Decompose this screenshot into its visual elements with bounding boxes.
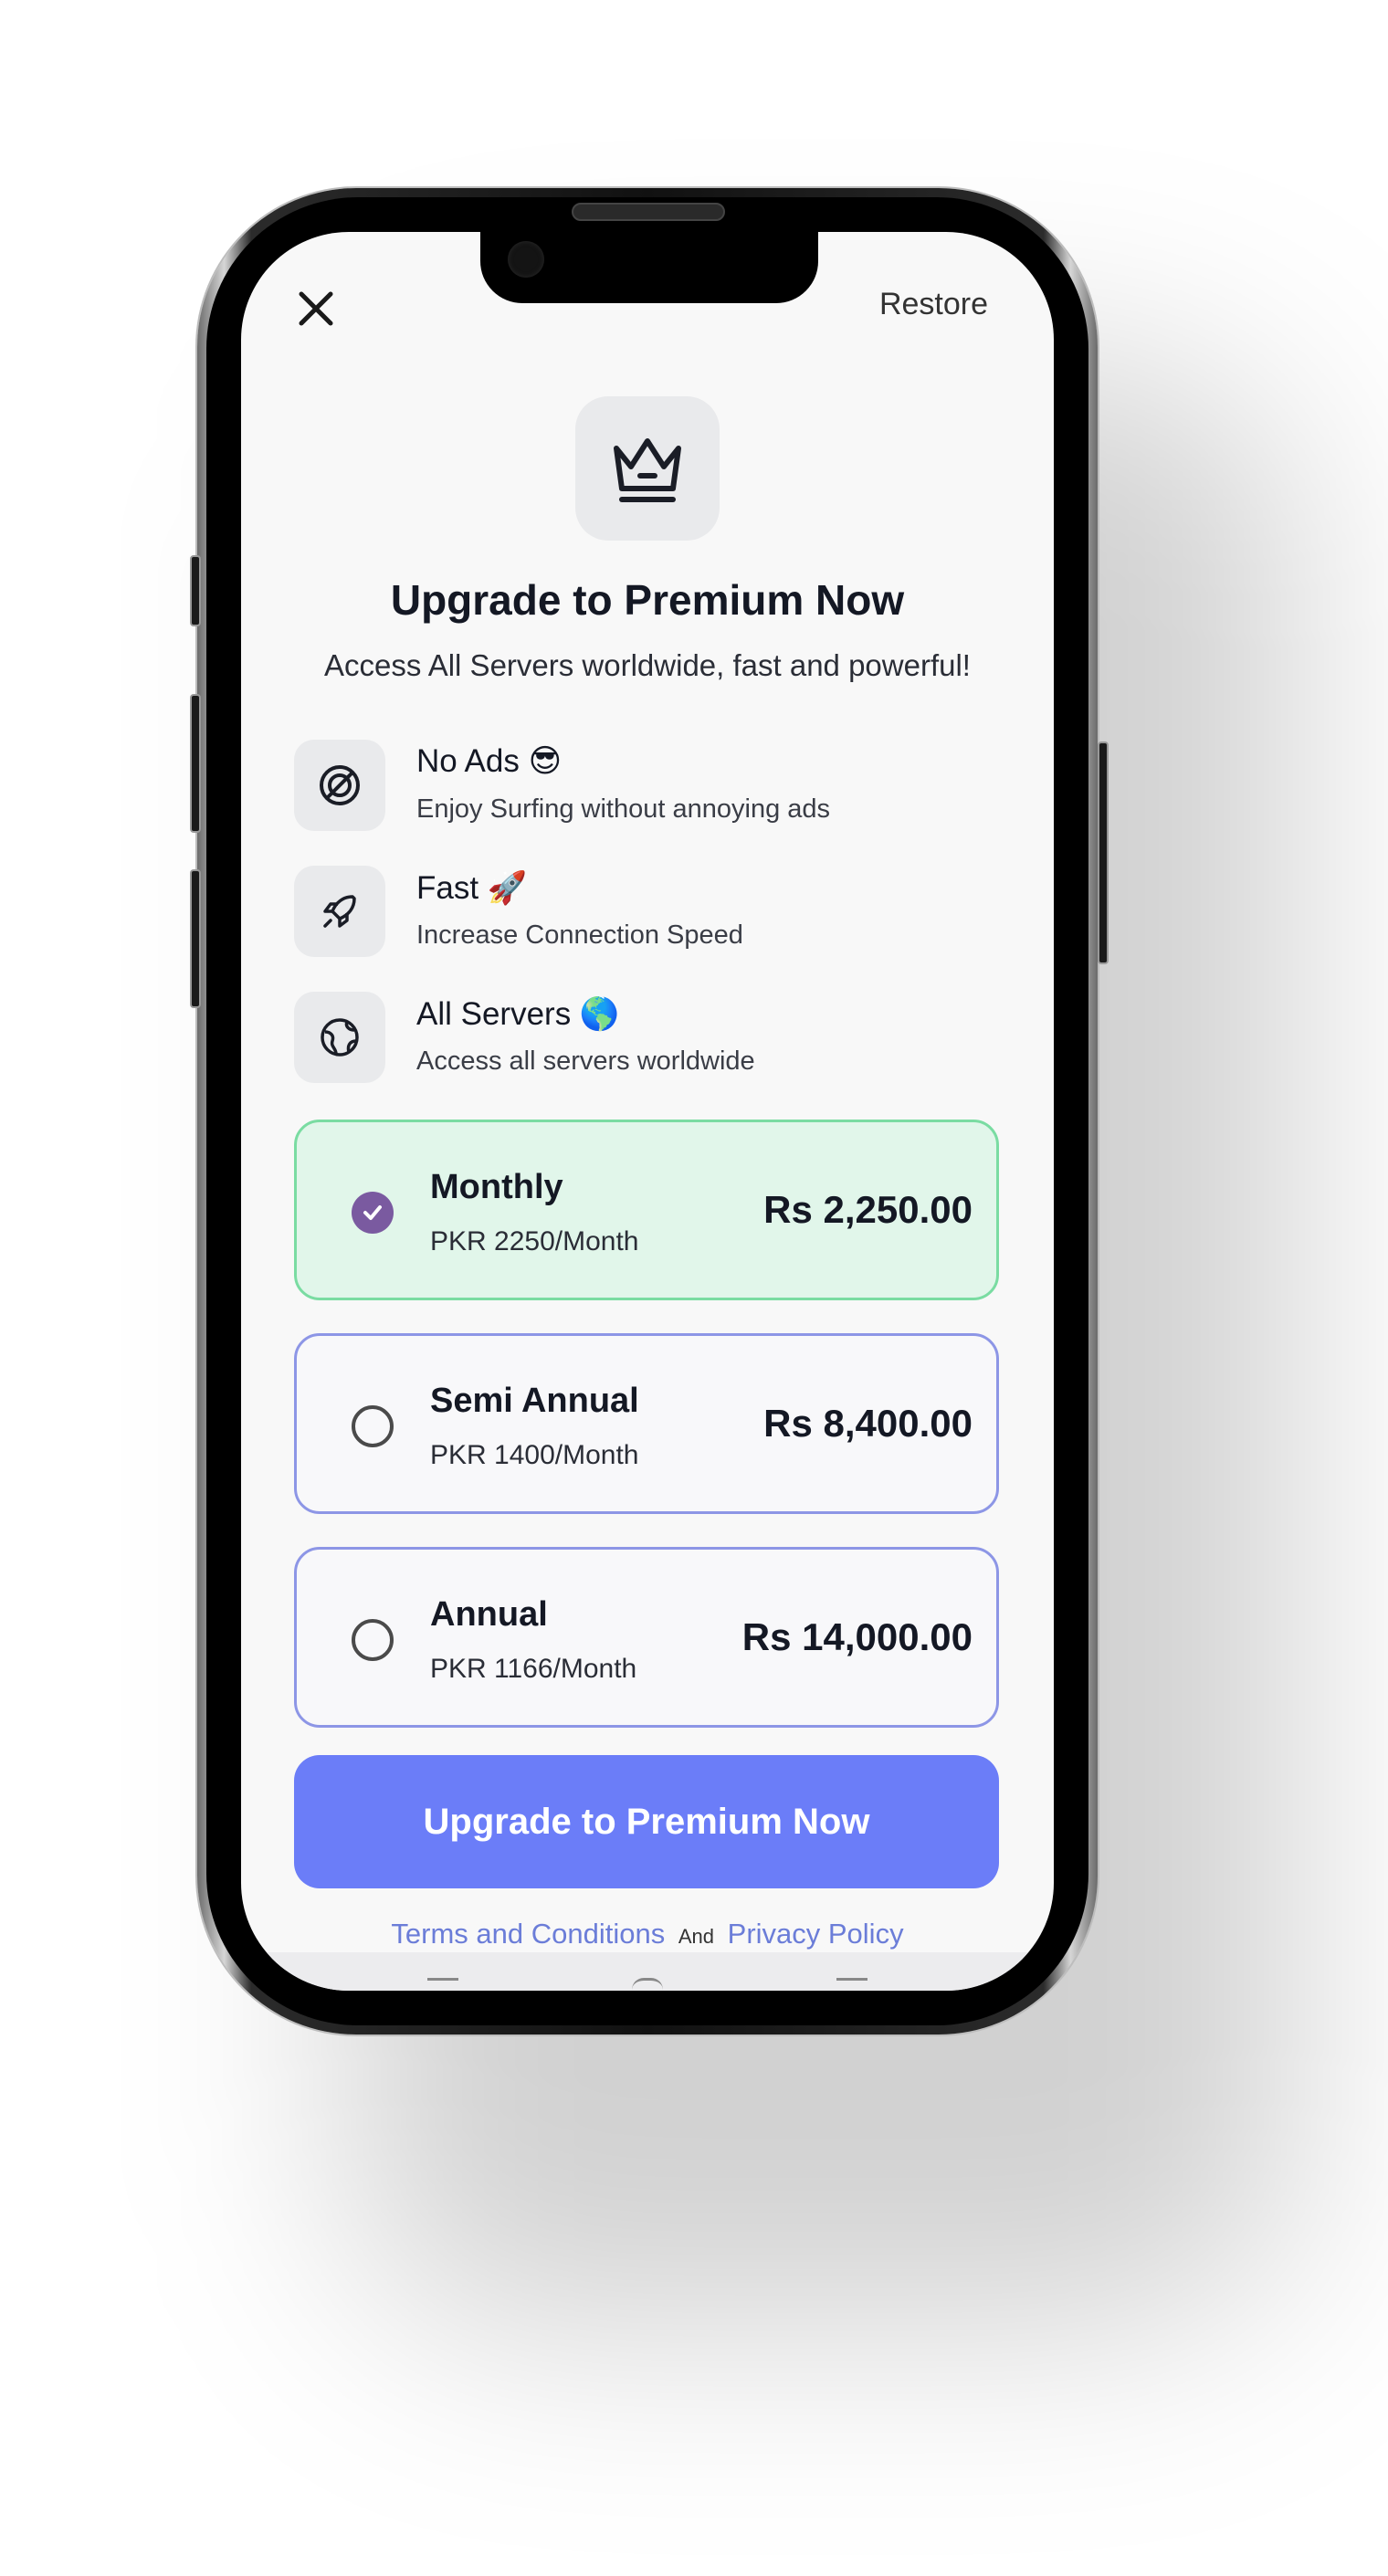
feature-description: Increase Connection Speed [416, 920, 743, 950]
plan-price: Rs 2,250.00 [763, 1188, 973, 1231]
legal-links: Terms and Conditions And Privacy Policy [241, 1918, 1054, 1950]
rocket-icon [323, 895, 356, 928]
feature-title: Fast 🚀 [416, 870, 528, 906]
recents-nav-icon[interactable] [427, 1978, 458, 1990]
radio-checked[interactable] [352, 1192, 394, 1234]
plan-semi-annual[interactable]: Semi Annual PKR 1400/Month Rs 8,400.00 [294, 1333, 999, 1514]
feature-description: Enjoy Surfing without annoying ads [416, 794, 831, 824]
volume-up-button [190, 694, 201, 833]
feature-title: No Ads 😎 [416, 743, 563, 779]
globe-icon [321, 1018, 359, 1057]
privacy-link[interactable]: Privacy Policy [728, 1918, 904, 1950]
feature-icon-box [294, 992, 385, 1083]
plan-annual[interactable]: Annual PKR 1166/Month Rs 14,000.00 [294, 1547, 999, 1728]
and-label: And [678, 1925, 715, 1948]
plan-name: Monthly [430, 1168, 563, 1206]
radio-unchecked[interactable] [352, 1619, 394, 1661]
close-button[interactable] [292, 285, 340, 332]
feature-icon-box [294, 866, 385, 957]
plan-name: Annual [430, 1595, 548, 1634]
plan-price: Rs 14,000.00 [741, 1615, 973, 1658]
plan-monthly[interactable]: Monthly PKR 2250/Month Rs 2,250.00 [294, 1120, 999, 1300]
page-title: Upgrade to Premium Now [390, 576, 905, 624]
upgrade-button[interactable]: Upgrade to Premium Now [294, 1755, 999, 1888]
plan-detail: PKR 1166/Month [430, 1654, 637, 1684]
earpiece-speaker [572, 203, 725, 221]
crown-icon [614, 438, 681, 502]
terms-link[interactable]: Terms and Conditions [391, 1918, 665, 1950]
plan-name: Semi Annual [430, 1382, 639, 1420]
plan-detail: PKR 2250/Month [430, 1226, 639, 1256]
mute-switch [190, 555, 201, 626]
feature-icon-box [294, 740, 385, 831]
crown-badge [575, 396, 720, 541]
home-nav-icon[interactable] [632, 1978, 663, 1990]
check-icon [363, 1205, 382, 1220]
plan-detail: PKR 1400/Month [430, 1440, 639, 1470]
feature-description: Access all servers worldwide [416, 1046, 755, 1076]
app-screen: Restore Upgrade to Premium Now Access Al… [241, 232, 1054, 1991]
feature-fast: Fast 🚀 Increase Connection Speed [294, 866, 1006, 957]
page-subtitle: Access All Servers worldwide, fast and p… [324, 648, 971, 682]
system-nav-bar [241, 1952, 1054, 1991]
close-icon [299, 291, 333, 326]
plan-price: Rs 8,400.00 [763, 1402, 973, 1445]
radio-unchecked[interactable] [352, 1405, 394, 1447]
volume-down-button [190, 869, 201, 1008]
front-camera [508, 241, 544, 278]
power-button [1098, 741, 1109, 964]
feature-title: All Servers 🌎 [416, 996, 620, 1032]
notch [480, 232, 818, 303]
back-nav-icon[interactable] [836, 1978, 868, 1990]
feature-no-ads: No Ads 😎 Enjoy Surfing without annoying … [294, 740, 1006, 831]
no-ads-icon [320, 765, 360, 805]
feature-all-servers: All Servers 🌎 Access all servers worldwi… [294, 992, 1006, 1083]
restore-button[interactable]: Restore [879, 287, 988, 322]
